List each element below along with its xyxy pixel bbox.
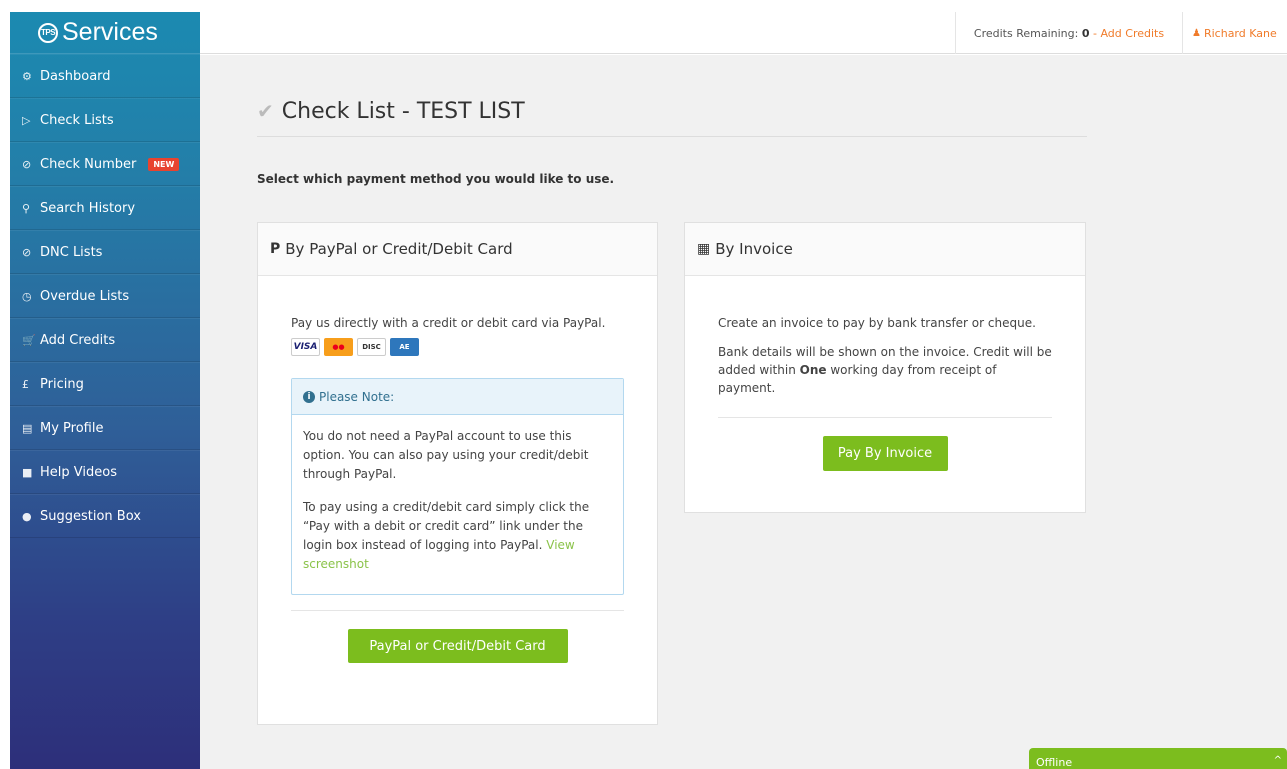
ban-icon: ⊘ — [22, 245, 32, 259]
chat-status: Offline — [1036, 756, 1073, 769]
sidebar-item-check-number[interactable]: ⊘ Check Number NEW — [10, 142, 200, 186]
sidebar-item-label: Check Number — [40, 156, 137, 172]
top-bar: Credits Remaining: 0 - Add Credits ♟ Ric… — [200, 12, 1287, 54]
id-card-icon: ▤ — [22, 421, 33, 435]
sidebar-item-pricing[interactable]: £ Pricing — [10, 362, 200, 406]
sidebar-item-help-videos[interactable]: ■ Help Videos — [10, 450, 200, 494]
sidebar: TPS Services ⚙ Dashboard ▷ Check Lists ⊘… — [10, 12, 200, 769]
note-paragraph-1: You do not need a PayPal account to use … — [303, 429, 589, 481]
sidebar-item-check-lists[interactable]: ▷ Check Lists — [10, 98, 200, 142]
invoice-panel-header: ▦ By Invoice — [685, 223, 1085, 276]
sidebar-item-label: Pricing — [40, 376, 84, 392]
user-menu[interactable]: ♟ Richard Kane — [1192, 12, 1277, 54]
sidebar-item-label: Help Videos — [40, 464, 117, 480]
paypal-intro: Pay us directly with a credit or debit c… — [291, 316, 606, 330]
chat-offline-bar[interactable]: Offline ^ — [1029, 748, 1287, 769]
pay-by-invoice-button[interactable]: Pay By Invoice — [822, 436, 948, 471]
clock-icon: ◷ — [22, 289, 32, 303]
note-title: Please Note: — [319, 389, 395, 404]
sidebar-item-label: Add Credits — [40, 332, 116, 348]
paypal-panel: P By PayPal or Credit/Debit Card Pay us … — [257, 222, 658, 725]
amex-icon: AE — [390, 338, 419, 356]
main-content: ✔ Check List - TEST LIST Select which pa… — [200, 55, 1287, 769]
sidebar-item-label: My Profile — [40, 420, 104, 436]
new-badge: NEW — [148, 157, 180, 171]
comment-icon: ● — [22, 509, 32, 523]
credits-label: Credits Remaining: — [973, 26, 1079, 40]
sidebar-item-add-credits[interactable]: 🛒 Add Credits — [10, 318, 200, 362]
file-icon: ▦ — [697, 241, 711, 257]
page-title: ✔ Check List - TEST LIST — [257, 99, 1087, 137]
paypal-divider — [291, 610, 624, 611]
paypal-panel-title: By PayPal or Credit/Debit Card — [285, 240, 513, 258]
payment-instruction: Select which payment method you would li… — [257, 172, 615, 186]
sidebar-item-label: Check Lists — [40, 112, 114, 128]
check-circle-icon: ⊘ — [22, 157, 32, 171]
paypal-panel-body: Pay us directly with a credit or debit c… — [258, 276, 657, 663]
sidebar-item-label: Search History — [40, 200, 136, 216]
invoice-divider — [718, 417, 1052, 418]
credits-value: 0 — [1081, 26, 1090, 40]
paypal-icon: P — [270, 241, 281, 257]
check-icon: ✔ — [257, 99, 274, 123]
invoice-p2-bold: One — [799, 363, 827, 377]
user-name: Richard Kane — [1203, 26, 1277, 40]
note-header: i Please Note: — [292, 379, 623, 415]
sidebar-item-suggestion-box[interactable]: ● Suggestion Box — [10, 494, 200, 538]
sidebar-item-label: DNC Lists — [40, 244, 103, 260]
sidebar-item-my-profile[interactable]: ▤ My Profile — [10, 406, 200, 450]
invoice-panel-title: By Invoice — [715, 240, 793, 258]
tps-logo-icon: TPS — [38, 22, 58, 43]
sidebar-item-dashboard[interactable]: ⚙ Dashboard — [10, 54, 200, 98]
brand-logo[interactable]: TPS Services — [10, 12, 200, 54]
user-icon: ♟ — [1192, 27, 1201, 39]
card-logos: VISA ●● DISC AE — [291, 338, 624, 356]
discover-icon: DISC — [357, 338, 386, 356]
note-paragraph-2: To pay using a credit/debit card simply … — [303, 498, 612, 574]
invoice-panel-body: Create an invoice to pay by bank transfe… — [685, 276, 1085, 471]
sidebar-item-search-history[interactable]: ⚲ Search History — [10, 186, 200, 230]
sidebar-item-overdue-lists[interactable]: ◷ Overdue Lists — [10, 274, 200, 318]
cart-icon: 🛒 — [22, 333, 36, 347]
mastercard-icon: ●● — [324, 338, 353, 356]
visa-icon: VISA — [291, 338, 320, 356]
paypal-pay-button[interactable]: PayPal or Credit/Debit Card — [347, 629, 568, 663]
paypal-panel-header: P By PayPal or Credit/Debit Card — [258, 223, 657, 276]
sidebar-item-dnc-lists[interactable]: ⊘ DNC Lists — [10, 230, 200, 274]
chevron-up-icon: ^ — [1273, 755, 1282, 766]
search-icon: ⚲ — [22, 201, 31, 215]
sidebar-item-label: Dashboard — [40, 68, 111, 84]
add-credits-link[interactable]: Add Credits — [1100, 27, 1164, 40]
info-icon: i — [303, 390, 315, 403]
sidebar-item-label: Overdue Lists — [40, 288, 130, 304]
brand-name: Services — [62, 18, 158, 46]
video-camera-icon: ■ — [22, 465, 33, 479]
invoice-paragraph-2: Bank details will be shown on the invoic… — [718, 343, 1052, 397]
folder-open-icon: ▷ — [22, 113, 31, 127]
please-note-box: i Please Note: You do not need a PayPal … — [291, 378, 624, 595]
invoice-panel: ▦ By Invoice Create an invoice to pay by… — [684, 222, 1086, 513]
page-title-text: Check List - TEST LIST — [281, 99, 525, 124]
credits-remaining: Credits Remaining: 0 - Add Credits — [955, 12, 1183, 54]
sidebar-item-label: Suggestion Box — [40, 508, 141, 524]
credits-separator: - — [1089, 26, 1101, 40]
invoice-paragraph-1: Create an invoice to pay by bank transfe… — [718, 316, 1036, 330]
cogs-icon: ⚙ — [22, 69, 32, 83]
note-body: You do not need a PayPal account to use … — [292, 415, 623, 594]
pound-icon: £ — [22, 377, 29, 391]
